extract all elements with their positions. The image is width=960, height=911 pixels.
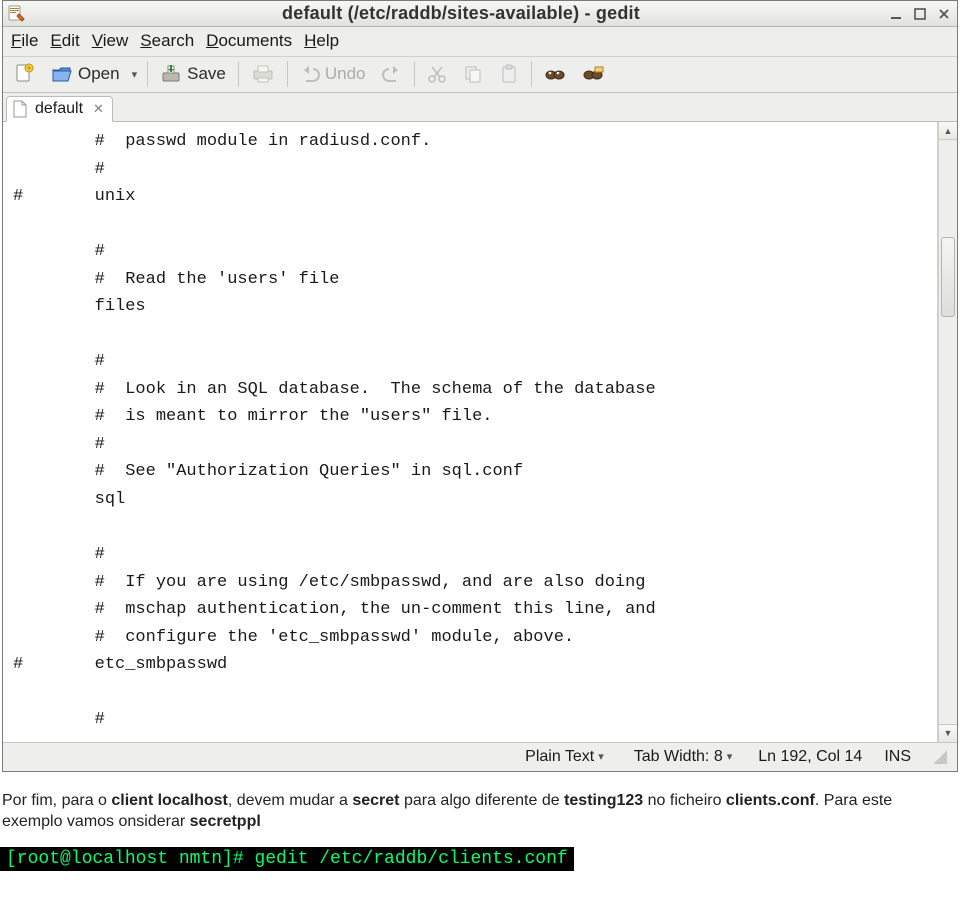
scrollbar-thumb[interactable] xyxy=(941,237,955,317)
print-button[interactable] xyxy=(247,61,279,87)
menu-help[interactable]: Help xyxy=(304,31,339,51)
doc-bold: secretppl xyxy=(190,813,261,830)
file-icon xyxy=(13,100,29,118)
tab-bar: default ✕ xyxy=(3,93,957,122)
insert-mode: INS xyxy=(884,748,911,766)
separator xyxy=(238,61,239,87)
undo-button[interactable]: Undo xyxy=(296,62,370,86)
syntax-selector[interactable]: Plain Text▾ xyxy=(521,747,608,767)
separator xyxy=(414,61,415,87)
tab-label: default xyxy=(35,100,83,118)
doc-bold: testing123 xyxy=(564,792,643,809)
tab-default[interactable]: default ✕ xyxy=(6,96,113,122)
separator xyxy=(531,61,532,87)
maximize-button[interactable] xyxy=(911,5,929,23)
terminal-command: [root@localhost nmtn]# gedit /etc/raddb/… xyxy=(0,847,574,871)
window-title: default (/etc/raddb/sites-available) - g… xyxy=(35,3,887,24)
find-button[interactable] xyxy=(540,61,570,87)
redo-button[interactable] xyxy=(378,62,406,86)
doc-bold: secret xyxy=(352,792,399,809)
undo-button-label: Undo xyxy=(325,64,366,84)
close-button[interactable] xyxy=(935,5,953,23)
save-button[interactable]: Save xyxy=(156,61,230,87)
save-button-label: Save xyxy=(187,64,226,84)
separator xyxy=(287,61,288,87)
doc-bold: client localhost xyxy=(111,792,227,809)
editor-area: # passwd module in radiusd.conf. # # uni… xyxy=(3,122,957,742)
cursor-position: Ln 192, Col 14 xyxy=(758,748,862,766)
scroll-up-arrow[interactable]: ▲ xyxy=(939,122,957,139)
cut-button[interactable] xyxy=(423,62,451,86)
copy-button[interactable] xyxy=(459,62,487,86)
editor-content[interactable]: # passwd module in radiusd.conf. # # uni… xyxy=(13,128,933,734)
menu-edit[interactable]: Edit xyxy=(50,31,79,51)
separator xyxy=(147,61,148,87)
gedit-window: default (/etc/raddb/sites-available) - g… xyxy=(2,0,958,772)
app-icon xyxy=(7,5,25,23)
scroll-down-arrow[interactable]: ▼ xyxy=(939,725,957,742)
document-paragraph: Por fim, para o client localhost, devem … xyxy=(0,772,960,839)
menu-bar: File Edit View Search Documents Help xyxy=(3,27,957,57)
tab-width-label: Tab Width: 8 xyxy=(634,748,723,766)
vertical-scrollbar[interactable]: ▲ ▼ xyxy=(938,122,957,742)
open-button[interactable]: Open xyxy=(47,61,124,87)
menu-view[interactable]: View xyxy=(92,31,129,51)
find-replace-button[interactable] xyxy=(578,61,608,87)
paste-button[interactable] xyxy=(495,62,523,86)
menu-documents[interactable]: Documents xyxy=(206,31,292,51)
open-button-label: Open xyxy=(78,64,120,84)
doc-text: no ficheiro xyxy=(643,792,726,809)
new-document-button[interactable] xyxy=(9,61,39,87)
open-dropdown[interactable]: ▾ xyxy=(132,68,140,81)
doc-text: , devem mudar a xyxy=(228,792,353,809)
status-bar: Plain Text▾ Tab Width: 8▾ Ln 192, Col 14… xyxy=(3,742,957,771)
text-editor[interactable]: # passwd module in radiusd.conf. # # uni… xyxy=(3,122,938,742)
minimize-button[interactable] xyxy=(887,5,905,23)
doc-text: para algo diferente de xyxy=(400,792,565,809)
close-tab-button[interactable]: ✕ xyxy=(89,101,104,117)
menu-search[interactable]: Search xyxy=(140,31,194,51)
tab-width-selector[interactable]: Tab Width: 8▾ xyxy=(630,747,736,767)
resize-grip[interactable] xyxy=(933,750,947,764)
menu-file[interactable]: File xyxy=(11,31,38,51)
doc-bold: clients.conf xyxy=(726,792,815,809)
toolbar: Open ▾ Save Undo xyxy=(3,57,957,93)
doc-text: Por fim, para o xyxy=(2,792,111,809)
syntax-label: Plain Text xyxy=(525,748,594,766)
title-bar: default (/etc/raddb/sites-available) - g… xyxy=(3,1,957,27)
